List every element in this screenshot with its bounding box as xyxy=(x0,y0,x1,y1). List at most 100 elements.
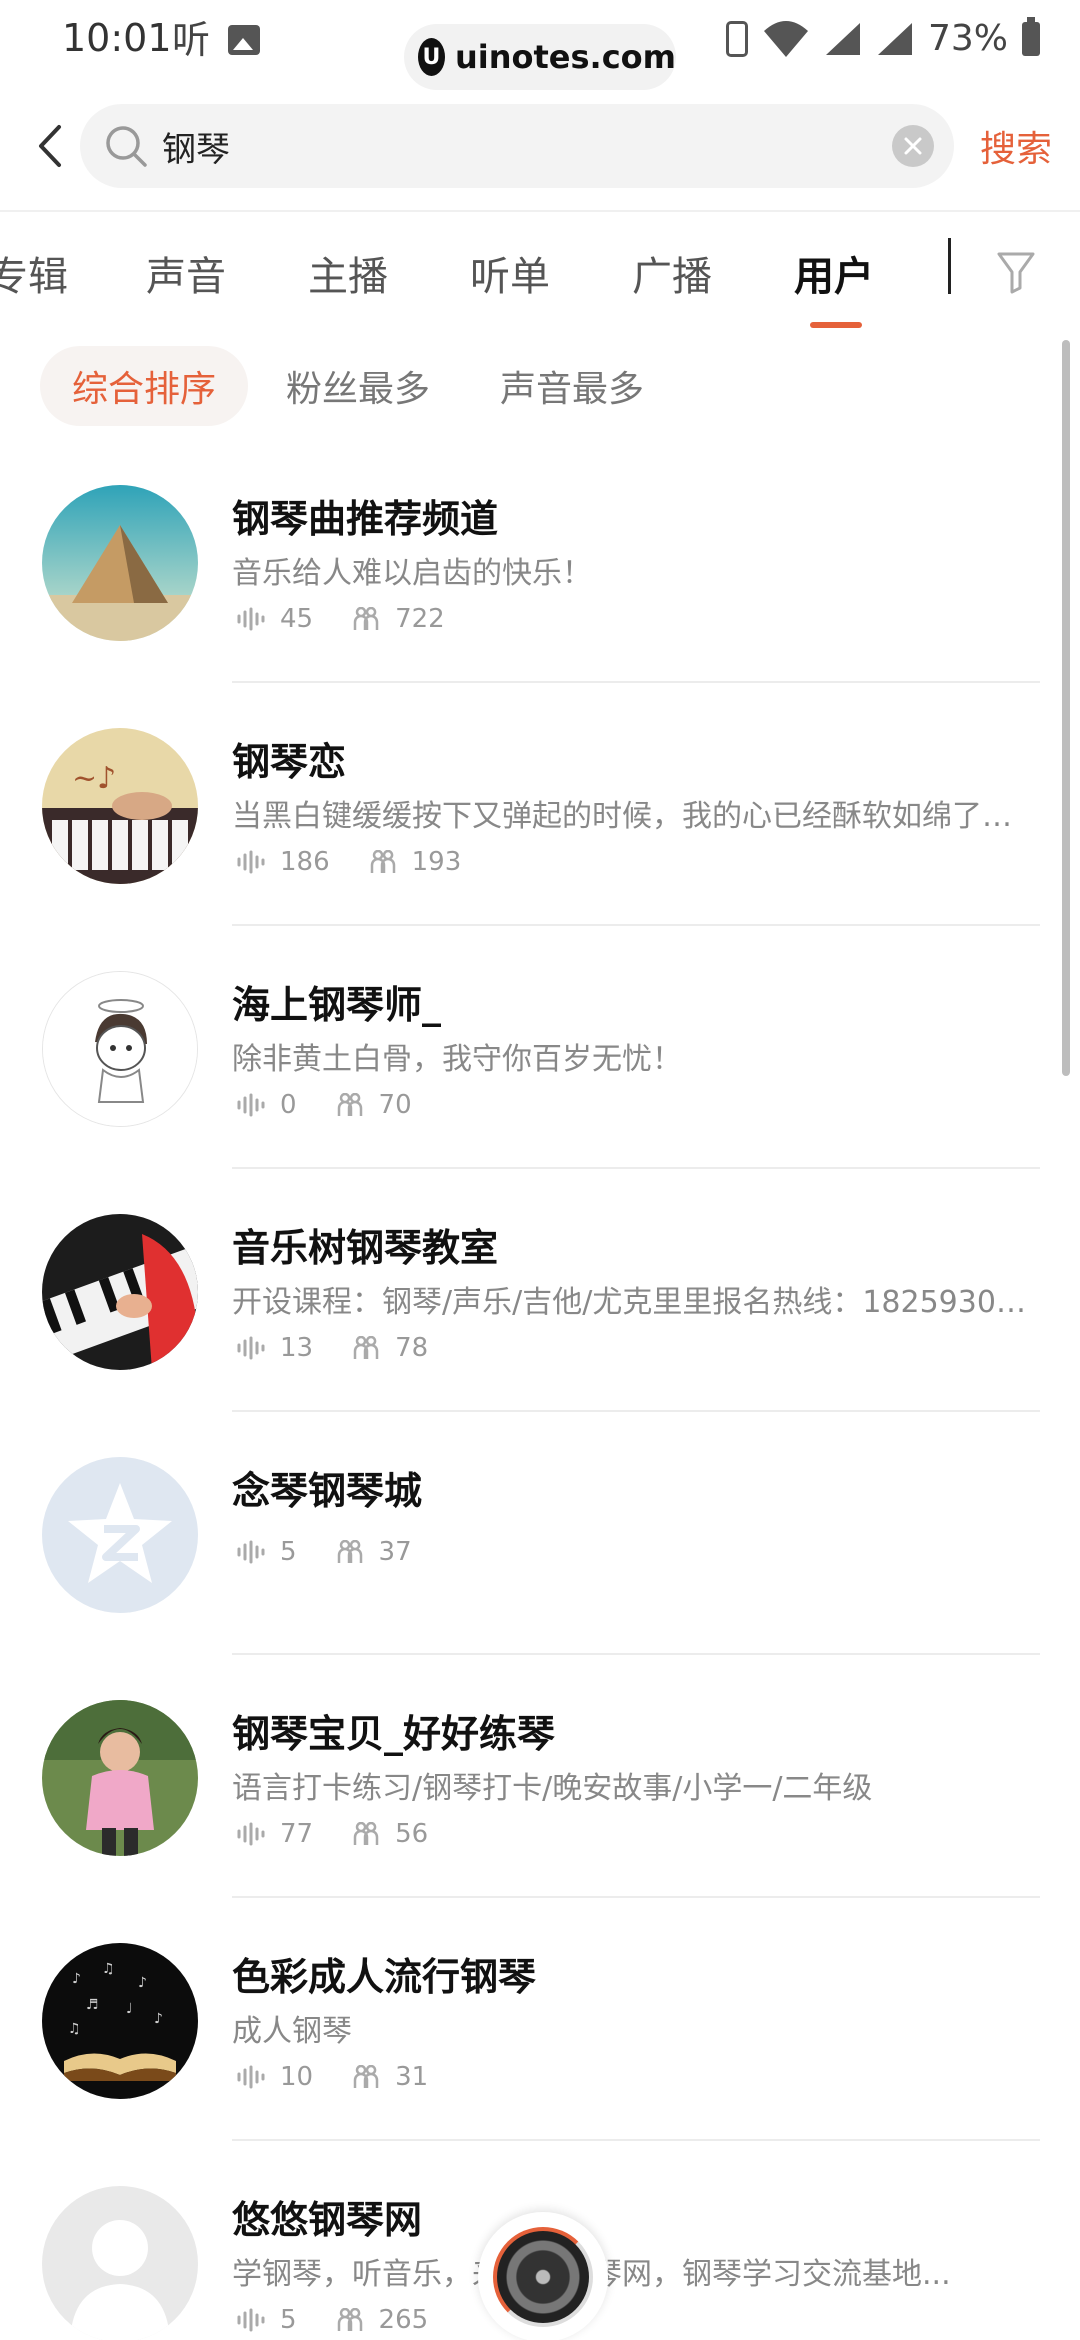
ting-app-icon: 听 xyxy=(172,18,211,62)
user-description: 除非黄土白骨，我守你百岁无忧！ xyxy=(232,1042,682,1077)
user-description: 语言打卡练习/钢琴打卡/晚安故事/小学一/二年级 xyxy=(232,1771,873,1806)
sound-wave-icon xyxy=(237,1822,265,1846)
sort-most-fans[interactable]: 粉丝最多 xyxy=(254,346,462,426)
status-system-icons: 73% xyxy=(725,16,1040,59)
user-list: 钢琴曲推荐频道 音乐给人难以启齿的快乐！ 45 722 ~♪ 钢琴恋 当黑白键缓… xyxy=(0,440,1080,2340)
user-stats: 5 265 xyxy=(236,2305,466,2335)
sound-wave-icon xyxy=(237,850,265,874)
filter-button[interactable] xyxy=(984,244,1048,300)
close-icon xyxy=(904,137,922,155)
user-stats: 10 31 xyxy=(236,2062,466,2092)
fans-icon xyxy=(353,1336,379,1359)
user-description: 当黑白键缓缓按下又弹起的时候，我的心已经酥软如绵了，先... xyxy=(232,799,1040,834)
url-watermark: U uinotes.com xyxy=(404,24,676,90)
sound-count: 0 xyxy=(280,1090,297,1120)
list-item[interactable]: 钢琴宝贝_好好练琴 语言打卡练习/钢琴打卡/晚安故事/小学一/二年级 77 56 xyxy=(0,1655,1080,1898)
fan-count: 37 xyxy=(378,1537,412,1567)
signal-icon-2 xyxy=(877,22,912,55)
user-description: 成人钢琴 xyxy=(232,2014,352,2049)
list-item[interactable]: 钢琴曲推荐频道 音乐给人难以启齿的快乐！ 45 722 xyxy=(0,440,1080,683)
svg-text:♪: ♪ xyxy=(154,2011,163,2027)
sound-wave-icon xyxy=(237,607,265,631)
back-button[interactable] xyxy=(22,118,78,174)
status-bar: 10:01 听 U uinotes.com 73% xyxy=(0,0,1080,90)
uinotes-logo-icon: U xyxy=(418,38,445,76)
search-box[interactable] xyxy=(80,104,954,188)
fans-icon xyxy=(370,850,395,873)
sound-count: 77 xyxy=(280,1819,314,1849)
girl-photo-avatar xyxy=(42,1700,198,1856)
fan-count: 31 xyxy=(395,2062,429,2092)
search-input[interactable] xyxy=(162,104,862,188)
tab-playlist[interactable]: 听单 xyxy=(470,244,550,302)
fans-icon xyxy=(353,607,379,630)
music-book-avatar: ♪ ♫ ♪ ♬ ♩ ♪ ♫ xyxy=(42,1943,198,2099)
list-item[interactable]: ~♪ 钢琴恋 当黑白键缓缓按下又弹起的时候，我的心已经酥软如绵了，先... 18… xyxy=(0,683,1080,926)
tab-user[interactable]: 用户 xyxy=(794,244,874,302)
fans-icon xyxy=(337,1093,362,1116)
fans-icon xyxy=(353,2065,379,2088)
user-description: 开设课程：钢琴/声乐/吉他/尤克里里报名热线：1825930009... xyxy=(232,1285,1040,1320)
user-stats: 186 193 xyxy=(236,847,499,877)
clear-search-button[interactable] xyxy=(892,125,934,167)
svg-text:~♪: ~♪ xyxy=(72,761,116,796)
active-tab-indicator xyxy=(810,322,862,328)
search-button[interactable]: 搜索 xyxy=(980,120,1052,172)
list-item[interactable]: 海上钢琴师_ 除非黄土白骨，我守你百岁无忧！ 0 70 xyxy=(0,926,1080,1169)
search-header: 搜索 xyxy=(0,100,1080,192)
list-item[interactable]: ♪ ♫ ♪ ♬ ♩ ♪ ♫ 色彩成人流行钢琴 成人钢琴 10 31 xyxy=(0,1898,1080,2141)
vibrate-icon xyxy=(725,20,748,57)
default-person-avatar xyxy=(42,2186,198,2340)
sound-wave-icon xyxy=(237,1540,265,1564)
list-item[interactable]: 念琴钢琴城 5 37 xyxy=(0,1412,1080,1655)
gallery-icon xyxy=(228,25,261,55)
svg-text:♫: ♫ xyxy=(68,2021,81,2037)
status-notification-icons: 听 xyxy=(172,18,261,62)
chevron-left-icon xyxy=(39,125,61,167)
sound-count: 186 xyxy=(280,847,330,877)
svg-text:♪: ♪ xyxy=(138,1975,147,1991)
user-name: 色彩成人流行钢琴 xyxy=(232,1955,537,1999)
sound-count: 10 xyxy=(280,2062,314,2092)
svg-text:♩: ♩ xyxy=(126,2001,133,2017)
user-description: 学钢琴，听音乐，来悠悠钢琴网，钢琴学习交流基地... xyxy=(232,2249,1040,2293)
user-name: 钢琴宝贝_好好练琴 xyxy=(232,1712,556,1756)
fans-icon xyxy=(337,2308,362,2331)
now-playing-disc-icon xyxy=(493,2227,593,2327)
sound-count: 13 xyxy=(280,1333,314,1363)
cartoon-angel-avatar xyxy=(42,971,198,1127)
user-stats: 77 56 xyxy=(236,1819,466,1849)
sort-comprehensive[interactable]: 综合排序 xyxy=(40,346,249,426)
category-tab-bar: 专辑 声音 主播 听单 广播 用户 xyxy=(0,214,1080,334)
sort-most-sounds[interactable]: 声音最多 xyxy=(468,346,676,426)
tab-album[interactable]: 专辑 xyxy=(0,244,68,302)
user-stats: 5 37 xyxy=(236,1537,450,1567)
user-name: 念琴钢琴城 xyxy=(232,1469,423,1513)
user-stats: 13 78 xyxy=(236,1333,466,1363)
user-name: 钢琴曲推荐频道 xyxy=(232,497,499,541)
fans-icon xyxy=(337,1540,362,1563)
filter-funnel-icon xyxy=(997,252,1035,294)
tab-sound[interactable]: 声音 xyxy=(146,244,226,302)
url-text: uinotes.com xyxy=(454,38,676,76)
sound-count: 45 xyxy=(280,604,314,634)
battery-percent: 73% xyxy=(927,18,1008,59)
piano-keys-avatar: ~♪ xyxy=(42,728,198,884)
svg-text:♬: ♬ xyxy=(86,1997,99,2013)
svg-text:♪: ♪ xyxy=(72,1971,81,1987)
user-name: 悠悠钢琴网 xyxy=(232,2198,423,2242)
fan-count: 722 xyxy=(395,604,445,634)
fan-count: 56 xyxy=(395,1819,429,1849)
user-name: 海上钢琴师_ xyxy=(232,983,442,1027)
sound-wave-icon xyxy=(237,1093,265,1117)
user-description: 音乐给人难以启齿的快乐！ xyxy=(232,556,592,591)
svg-text:♫: ♫ xyxy=(102,1961,115,1977)
tab-radio[interactable]: 广播 xyxy=(632,244,712,302)
tab-anchor[interactable]: 主播 xyxy=(308,244,388,302)
list-item[interactable]: 音乐树钢琴教室 开设课程：钢琴/声乐/吉他/尤克里里报名热线：182593000… xyxy=(0,1169,1080,1412)
status-time: 10:01 xyxy=(62,16,172,60)
header-divider xyxy=(0,210,1080,212)
user-name: 音乐树钢琴教室 xyxy=(232,1226,499,1270)
mini-player-button[interactable] xyxy=(478,2212,608,2340)
wifi-icon xyxy=(763,20,808,57)
